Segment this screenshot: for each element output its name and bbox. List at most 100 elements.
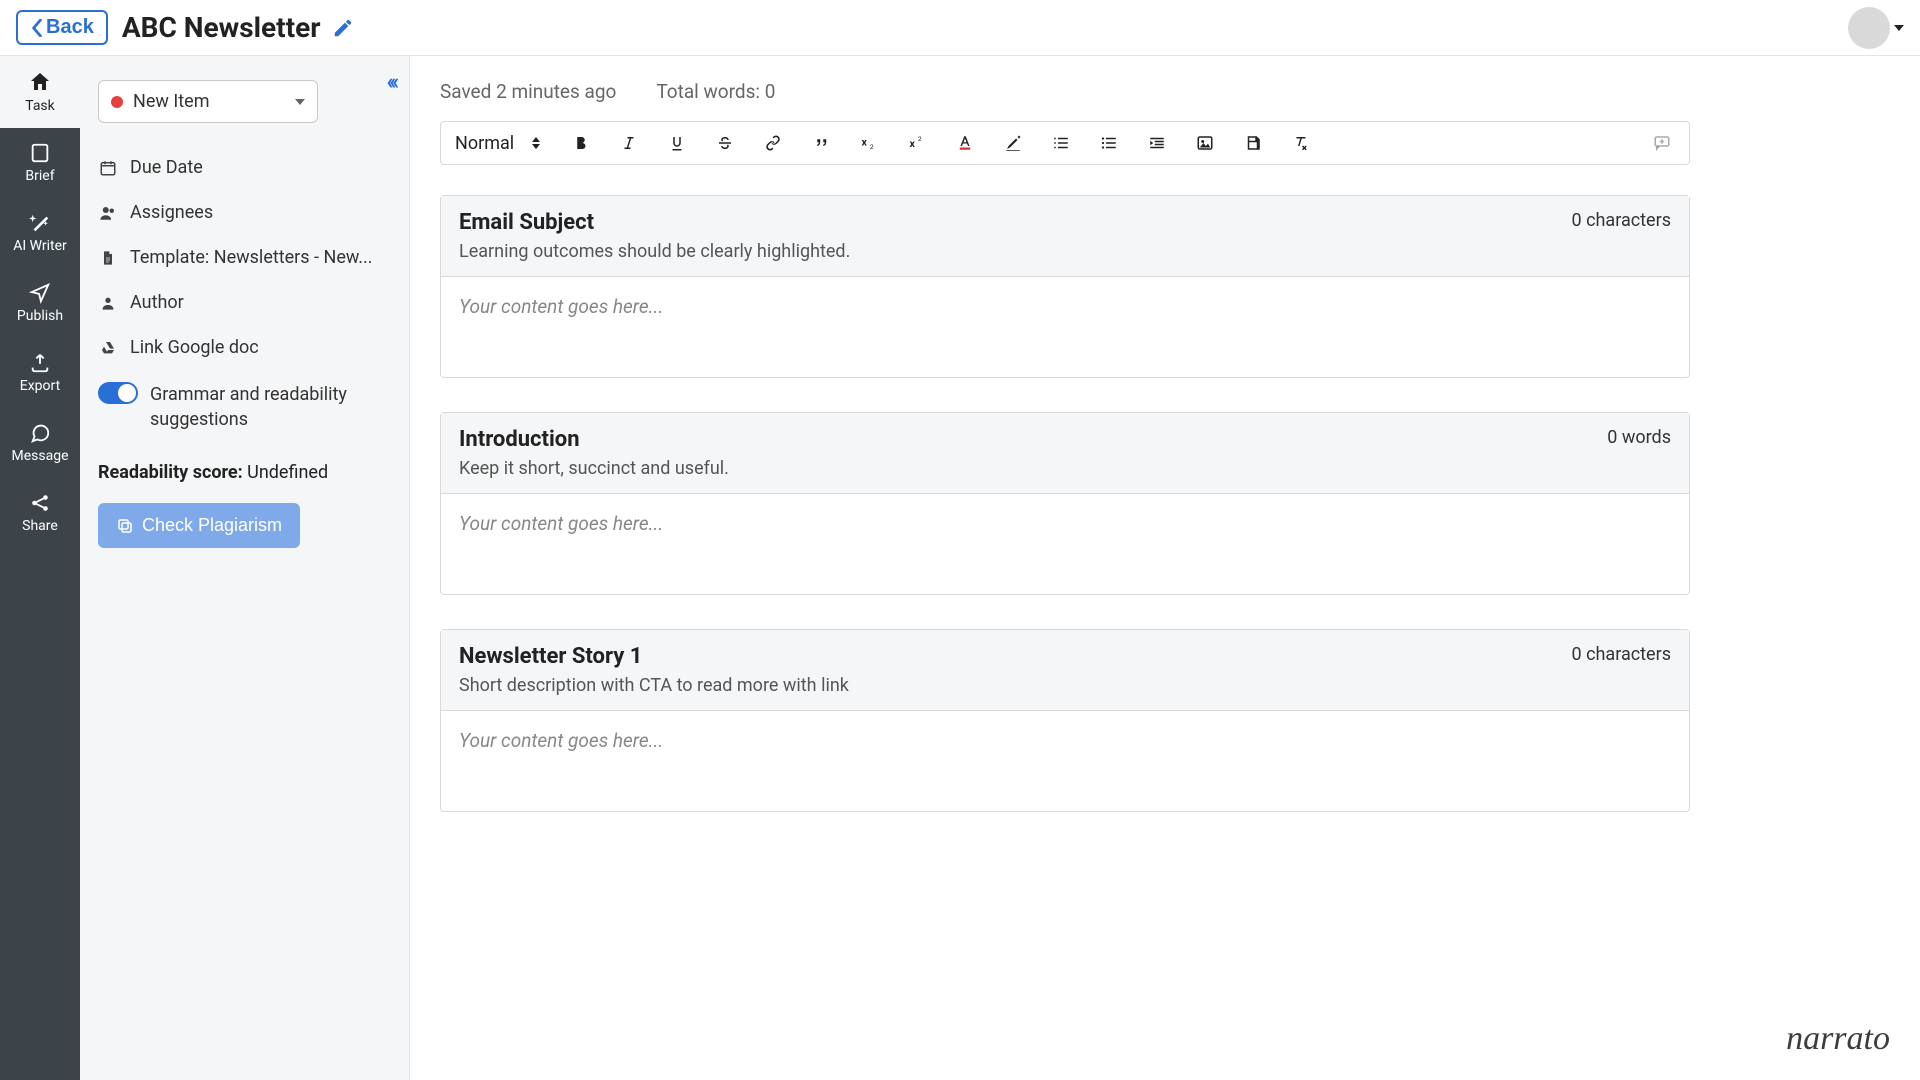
outdent-button[interactable]	[1144, 130, 1170, 156]
chat-icon	[29, 422, 51, 444]
bold-button[interactable]	[568, 130, 594, 156]
rail-label: Brief	[25, 168, 54, 184]
chevron-left-icon	[30, 19, 44, 37]
share-icon	[29, 492, 51, 514]
calendar-icon	[98, 159, 118, 177]
rail-item-export[interactable]: Export	[0, 338, 80, 408]
back-button[interactable]: Back	[16, 10, 108, 45]
chevron-down-icon	[295, 99, 305, 105]
status-dropdown[interactable]: New Item	[98, 80, 318, 123]
highlight-button[interactable]	[1000, 130, 1026, 156]
rail-label: Export	[20, 378, 60, 394]
italic-button[interactable]	[616, 130, 642, 156]
rail-label: Task	[25, 98, 55, 114]
note-icon	[29, 142, 51, 164]
rail-item-share[interactable]: Share	[0, 478, 80, 548]
ordered-list-button[interactable]	[1048, 130, 1074, 156]
format-select-value: Normal	[455, 133, 514, 154]
meta-due-date[interactable]: Due Date	[98, 145, 391, 190]
home-icon	[28, 70, 52, 94]
button-label: Check Plagiarism	[142, 515, 282, 536]
editor-toolbar: Normal x2 x2	[440, 121, 1690, 165]
saved-status: Saved 2 minutes ago	[440, 80, 616, 103]
text-color-button[interactable]	[952, 130, 978, 156]
sidebar-rail: Task Brief AI Writer Publish Export Mess…	[0, 56, 80, 1080]
meta-template[interactable]: Template: Newsletters - New...	[98, 235, 391, 280]
svg-text:2: 2	[918, 135, 922, 143]
readability-score: Readability score: Undefined	[98, 462, 391, 483]
section-title: Email Subject	[459, 210, 850, 235]
magic-wand-icon	[29, 212, 51, 234]
section-subtitle: Keep it short, succinct and useful.	[459, 458, 729, 479]
back-label: Back	[46, 16, 94, 39]
section-editor[interactable]: Your content goes here...	[441, 277, 1689, 377]
copy-icon	[116, 517, 134, 535]
section-newsletter-story-1: Newsletter Story 1 Short description wit…	[440, 629, 1690, 812]
underline-button[interactable]	[664, 130, 690, 156]
file-icon	[98, 249, 118, 267]
editor-placeholder: Your content goes here...	[459, 295, 663, 318]
edit-title-icon[interactable]	[332, 17, 354, 39]
save-button[interactable]	[1240, 130, 1266, 156]
meta-label: Due Date	[130, 157, 203, 178]
meta-google-doc[interactable]: Link Google doc	[98, 325, 391, 370]
image-button[interactable]	[1192, 130, 1218, 156]
meta-label: Link Google doc	[130, 337, 259, 358]
rail-item-ai-writer[interactable]: AI Writer	[0, 198, 80, 268]
rail-label: Publish	[17, 308, 63, 324]
section-editor[interactable]: Your content goes here...	[441, 711, 1689, 811]
rail-item-brief[interactable]: Brief	[0, 128, 80, 198]
link-button[interactable]	[760, 130, 786, 156]
user-icon	[98, 294, 118, 312]
google-drive-icon	[98, 340, 118, 356]
svg-text:x: x	[910, 137, 916, 150]
section-introduction: Introduction Keep it short, succinct and…	[440, 412, 1690, 595]
section-title: Newsletter Story 1	[459, 644, 849, 669]
section-email-subject: Email Subject Learning outcomes should b…	[440, 195, 1690, 378]
users-icon	[98, 204, 118, 222]
main-content: Saved 2 minutes ago Total words: 0 Norma…	[410, 56, 1920, 1080]
send-icon	[29, 282, 51, 304]
superscript-button[interactable]: x2	[904, 130, 930, 156]
export-icon	[29, 352, 51, 374]
grammar-toggle[interactable]	[98, 382, 138, 404]
meta-author[interactable]: Author	[98, 280, 391, 325]
check-plagiarism-button[interactable]: Check Plagiarism	[98, 503, 300, 548]
editor-placeholder: Your content goes here...	[459, 729, 663, 752]
readability-label: Readability score:	[98, 462, 243, 483]
add-comment-button[interactable]	[1649, 130, 1675, 156]
avatar	[1848, 7, 1890, 49]
editor-placeholder: Your content goes here...	[459, 512, 663, 535]
rail-item-task[interactable]: Task	[0, 56, 80, 128]
section-count: 0 words	[1607, 427, 1671, 448]
meta-assignees[interactable]: Assignees	[98, 190, 391, 235]
rail-label: AI Writer	[13, 238, 67, 254]
rail-item-publish[interactable]: Publish	[0, 268, 80, 338]
rail-label: Share	[22, 518, 58, 534]
strike-button[interactable]	[712, 130, 738, 156]
total-words: Total words: 0	[656, 80, 775, 103]
section-editor[interactable]: Your content goes here...	[441, 494, 1689, 594]
clear-format-button[interactable]	[1288, 130, 1314, 156]
section-count: 0 characters	[1572, 210, 1672, 231]
select-caret-icon	[532, 137, 540, 149]
page-title: ABC Newsletter	[122, 11, 321, 44]
section-subtitle: Learning outcomes should be clearly high…	[459, 241, 850, 262]
grammar-toggle-label: Grammar and readability suggestions	[150, 382, 391, 432]
collapse-panel-button[interactable]: ‹‹‹	[386, 70, 395, 95]
svg-text:x: x	[862, 135, 868, 148]
readability-value: Undefined	[247, 462, 328, 483]
quote-button[interactable]	[808, 130, 834, 156]
meta-label: Template: Newsletters - New...	[130, 247, 373, 268]
subscript-button[interactable]: x2	[856, 130, 882, 156]
brand-watermark: narrato	[1786, 1020, 1890, 1058]
unordered-list-button[interactable]	[1096, 130, 1122, 156]
svg-text:2: 2	[870, 143, 874, 151]
user-menu[interactable]	[1848, 7, 1904, 49]
format-select[interactable]: Normal	[455, 133, 546, 154]
status-text: New Item	[133, 91, 295, 112]
section-count: 0 characters	[1572, 644, 1672, 665]
meta-label: Assignees	[130, 202, 213, 223]
rail-item-message[interactable]: Message	[0, 408, 80, 478]
chevron-down-icon	[1894, 25, 1904, 31]
